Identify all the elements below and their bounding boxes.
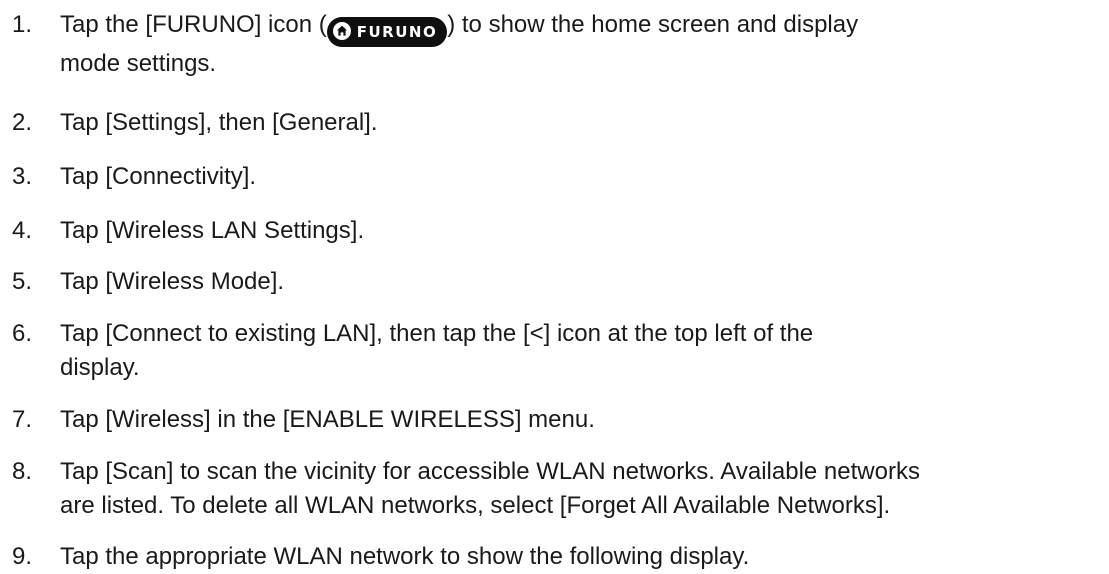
- step-text: Tap the appropriate WLAN network to show…: [60, 543, 750, 570]
- step-text-continuation: mode settings.: [60, 50, 217, 77]
- step-text-line-1: Tap [Scan] to scan the vicinity for acce…: [60, 458, 920, 485]
- home-icon: [332, 22, 351, 40]
- step-text: Tap [Connectivity].: [60, 163, 257, 190]
- step-text: Tap [Wireless] in the [ENABLE WIRELESS] …: [60, 406, 595, 433]
- step-number: 2.: [12, 109, 33, 136]
- step-number: 4.: [12, 217, 33, 244]
- step-text: Tap the [FURUNO] icon ( FURUNO ) to show t…: [60, 8, 1100, 81]
- step-text-before-icon: Tap the [FURUNO] icon (: [60, 11, 327, 38]
- step-text: Tap [Wireless Mode].: [60, 268, 285, 295]
- step-number: 5.: [12, 268, 33, 295]
- step-text-after-icon: ) to show the home screen and display: [447, 11, 859, 38]
- step-text-line-2: are listed. To delete all WLAN networks,…: [60, 492, 891, 519]
- step-text: Tap [Wireless LAN Settings].: [60, 217, 365, 244]
- step-text-line-2: display.: [60, 354, 140, 381]
- furuno-icon-label: FURUNO: [356, 23, 438, 41]
- step-number: 6.: [12, 320, 33, 347]
- furuno-home-icon: FURUNO: [326, 17, 448, 47]
- step-number: 8.: [12, 458, 33, 485]
- step-text: Tap [Settings], then [General].: [60, 109, 378, 136]
- step-number: 1.: [12, 11, 33, 38]
- step-text: Tap [Scan] to scan the vicinity for acce…: [60, 455, 1100, 523]
- step-text: Tap [Connect to existing LAN], then tap …: [60, 317, 1100, 385]
- step-number: 9.: [12, 543, 33, 570]
- step-number: 7.: [12, 406, 33, 433]
- step-number: 3.: [12, 163, 33, 190]
- step-text-line-1: Tap [Connect to existing LAN], then tap …: [60, 320, 814, 347]
